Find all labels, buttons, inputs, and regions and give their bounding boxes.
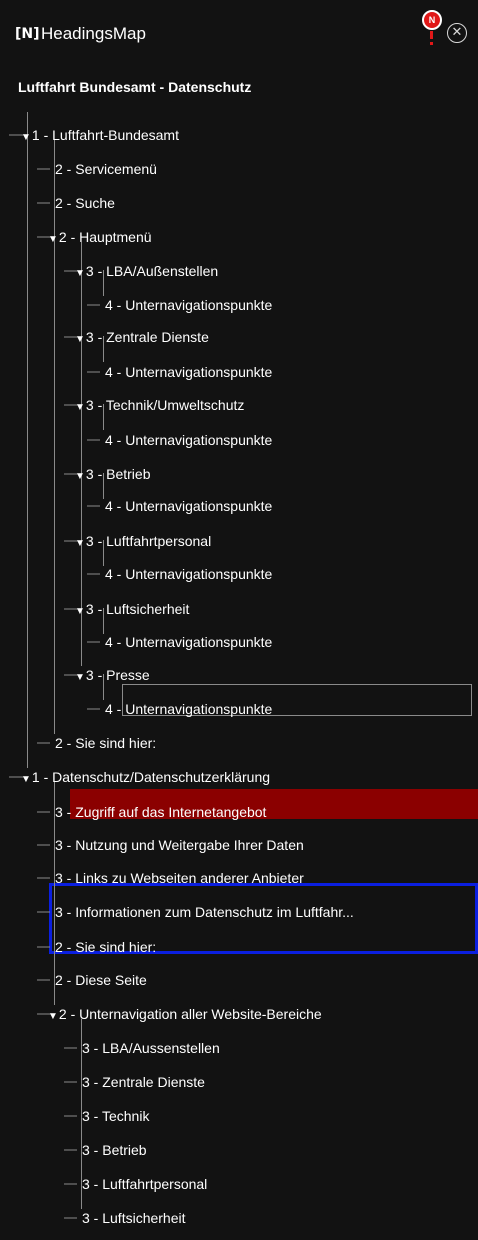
- tree-item[interactable]: 3 - Technik: [82, 1107, 149, 1125]
- expand-triangle-icon[interactable]: ▼: [21, 774, 31, 785]
- tree-item[interactable]: 3 - Zentrale Dienste: [82, 1073, 205, 1091]
- tree-item-selected[interactable]: 3 - Zugriff auf das Internetangebot: [55, 803, 266, 821]
- tree-item-label: 2 - Servicemenü: [55, 161, 157, 177]
- tree-item-label: 3 - Betrieb: [85, 466, 151, 482]
- tree-item[interactable]: 3 - Informationen zum Datenschutz im Luf…: [55, 903, 354, 921]
- tree-item-label: 3 - Zentrale Dienste: [85, 329, 209, 345]
- tree-item[interactable]: ▼3 - Luftfahrtpersonal: [75, 532, 211, 553]
- expand-triangle-icon[interactable]: ▼: [48, 234, 58, 245]
- tree-item-label: 2 - Diese Seite: [55, 972, 147, 988]
- tree-item-label: 4 - Unternavigationspunkte: [105, 297, 273, 313]
- tree-item-label: 3 - Technik/Umweltschutz: [85, 397, 245, 413]
- tree-connector-lines: [9, 112, 104, 1219]
- tree-item-label: 4 - Unternavigationspunkte: [105, 566, 273, 582]
- tree-item-label: 3 - Luftsicherheit: [82, 1210, 186, 1226]
- tree-item[interactable]: 4 - Unternavigationspunkte: [105, 296, 272, 314]
- tree-item-label: 4 - Unternavigationspunkte: [105, 498, 273, 514]
- expand-triangle-icon[interactable]: ▼: [75, 538, 85, 549]
- tree-item-label: 2 - Sie sind hier:: [55, 735, 157, 751]
- tree-item-label: 3 - Luftfahrtpersonal: [85, 533, 212, 549]
- tree-item-label: 2 - Hauptmenü: [58, 229, 152, 245]
- tree-item[interactable]: 4 - Unternavigationspunkte: [105, 497, 272, 515]
- expand-triangle-icon[interactable]: ▼: [21, 132, 31, 143]
- tree-item[interactable]: ▼2 - Hauptmenü: [48, 228, 152, 249]
- tree-item-label: 3 - Betrieb: [82, 1142, 147, 1158]
- tree-item[interactable]: 4 - Unternavigationspunkte: [105, 700, 272, 718]
- tree-item[interactable]: ▼3 - Zentrale Dienste: [75, 328, 209, 349]
- tree-item-label: 2 - Unternavigation aller Website-Bereic…: [58, 1006, 322, 1022]
- tree-item[interactable]: 4 - Unternavigationspunkte: [105, 431, 272, 449]
- tree-item[interactable]: ▼3 - Technik/Umweltschutz: [75, 396, 244, 417]
- expand-triangle-icon[interactable]: ▼: [75, 334, 85, 345]
- tree-item[interactable]: ▼3 - Presse: [75, 666, 150, 687]
- tree-item-label: 3 - Luftsicherheit: [85, 601, 190, 617]
- tree-item-label: 3 - Nutzung und Weitergabe Ihrer Daten: [55, 837, 304, 853]
- tree-item-label: 4 - Unternavigationspunkte: [105, 701, 273, 717]
- tree-item[interactable]: 3 - Luftsicherheit: [82, 1209, 186, 1227]
- tree-item[interactable]: 2 - Sie sind hier:: [55, 734, 156, 752]
- expand-triangle-icon[interactable]: ▼: [75, 402, 85, 413]
- tree-item-label: 3 - Technik: [82, 1108, 150, 1124]
- tree-item[interactable]: 2 - Sie sind hier:: [55, 938, 156, 956]
- tree-item[interactable]: 4 - Unternavigationspunkte: [105, 633, 272, 651]
- tree-item-label: 4 - Unternavigationspunkte: [105, 634, 273, 650]
- tree-item[interactable]: ▼2 - Unternavigation aller Website-Berei…: [48, 1005, 322, 1026]
- tree-item[interactable]: 3 - Betrieb: [82, 1141, 147, 1159]
- tree-item-label: 3 - LBA/Aussenstellen: [82, 1040, 220, 1056]
- headings-tree: ▼1 - Luftfahrt-Bundesamt 2 - Servicemenü 2…: [0, 0, 478, 1240]
- expand-triangle-icon[interactable]: ▼: [75, 471, 85, 482]
- tree-item[interactable]: 4 - Unternavigationspunkte: [105, 363, 272, 381]
- expand-triangle-icon[interactable]: ▼: [75, 606, 85, 617]
- tree-item[interactable]: 3 - Nutzung und Weitergabe Ihrer Daten: [55, 836, 304, 854]
- expand-triangle-icon[interactable]: ▼: [48, 1011, 58, 1022]
- tree-item[interactable]: ▼1 - Luftfahrt-Bundesamt: [21, 126, 179, 147]
- tree-item-label: 3 - Zugriff auf das Internetangebot: [55, 804, 267, 820]
- tree-item[interactable]: ▼3 - Betrieb: [75, 465, 151, 486]
- tree-item[interactable]: 3 - LBA/Aussenstellen: [82, 1039, 220, 1057]
- tree-item-label: 3 - Luftfahrtpersonal: [82, 1176, 208, 1192]
- tree-item-label: 4 - Unternavigationspunkte: [105, 432, 273, 448]
- tree-item[interactable]: 2 - Servicemenü: [55, 160, 157, 178]
- tree-item-label: 3 - Informationen zum Datenschutz im Luf…: [55, 904, 354, 920]
- tree-item[interactable]: 3 - Links zu Webseiten anderer Anbieter: [55, 869, 304, 887]
- tree-item-label: 3 - LBA/Außenstellen: [85, 263, 219, 279]
- tree-item-label: 1 - Datenschutz/Datenschutzerklärung: [31, 769, 271, 785]
- tree-item[interactable]: 2 - Diese Seite: [55, 971, 147, 989]
- tree-item-label: 2 - Sie sind hier:: [55, 939, 157, 955]
- tree-item[interactable]: 4 - Unternavigationspunkte: [105, 565, 272, 583]
- tree-item[interactable]: 2 - Suche: [55, 194, 115, 212]
- tree-item[interactable]: ▼1 - Datenschutz/Datenschutzerklärung: [21, 768, 270, 789]
- tree-item[interactable]: 3 - Luftfahrtpersonal: [82, 1175, 207, 1193]
- tree-item-label: 1 - Luftfahrt-Bundesamt: [31, 127, 179, 143]
- expand-triangle-icon[interactable]: ▼: [75, 268, 85, 279]
- tree-item-label: 2 - Suche: [55, 195, 115, 211]
- expand-triangle-icon[interactable]: ▼: [75, 672, 85, 683]
- tree-item-label: 4 - Unternavigationspunkte: [105, 364, 273, 380]
- tree-item[interactable]: ▼3 - Luftsicherheit: [75, 600, 189, 621]
- tree-item[interactable]: ▼3 - LBA/Außenstellen: [75, 262, 218, 283]
- tree-item-label: 3 - Presse: [85, 667, 150, 683]
- tree-item-label: 3 - Links zu Webseiten anderer Anbieter: [55, 870, 304, 886]
- tree-item-label: 3 - Zentrale Dienste: [82, 1074, 205, 1090]
